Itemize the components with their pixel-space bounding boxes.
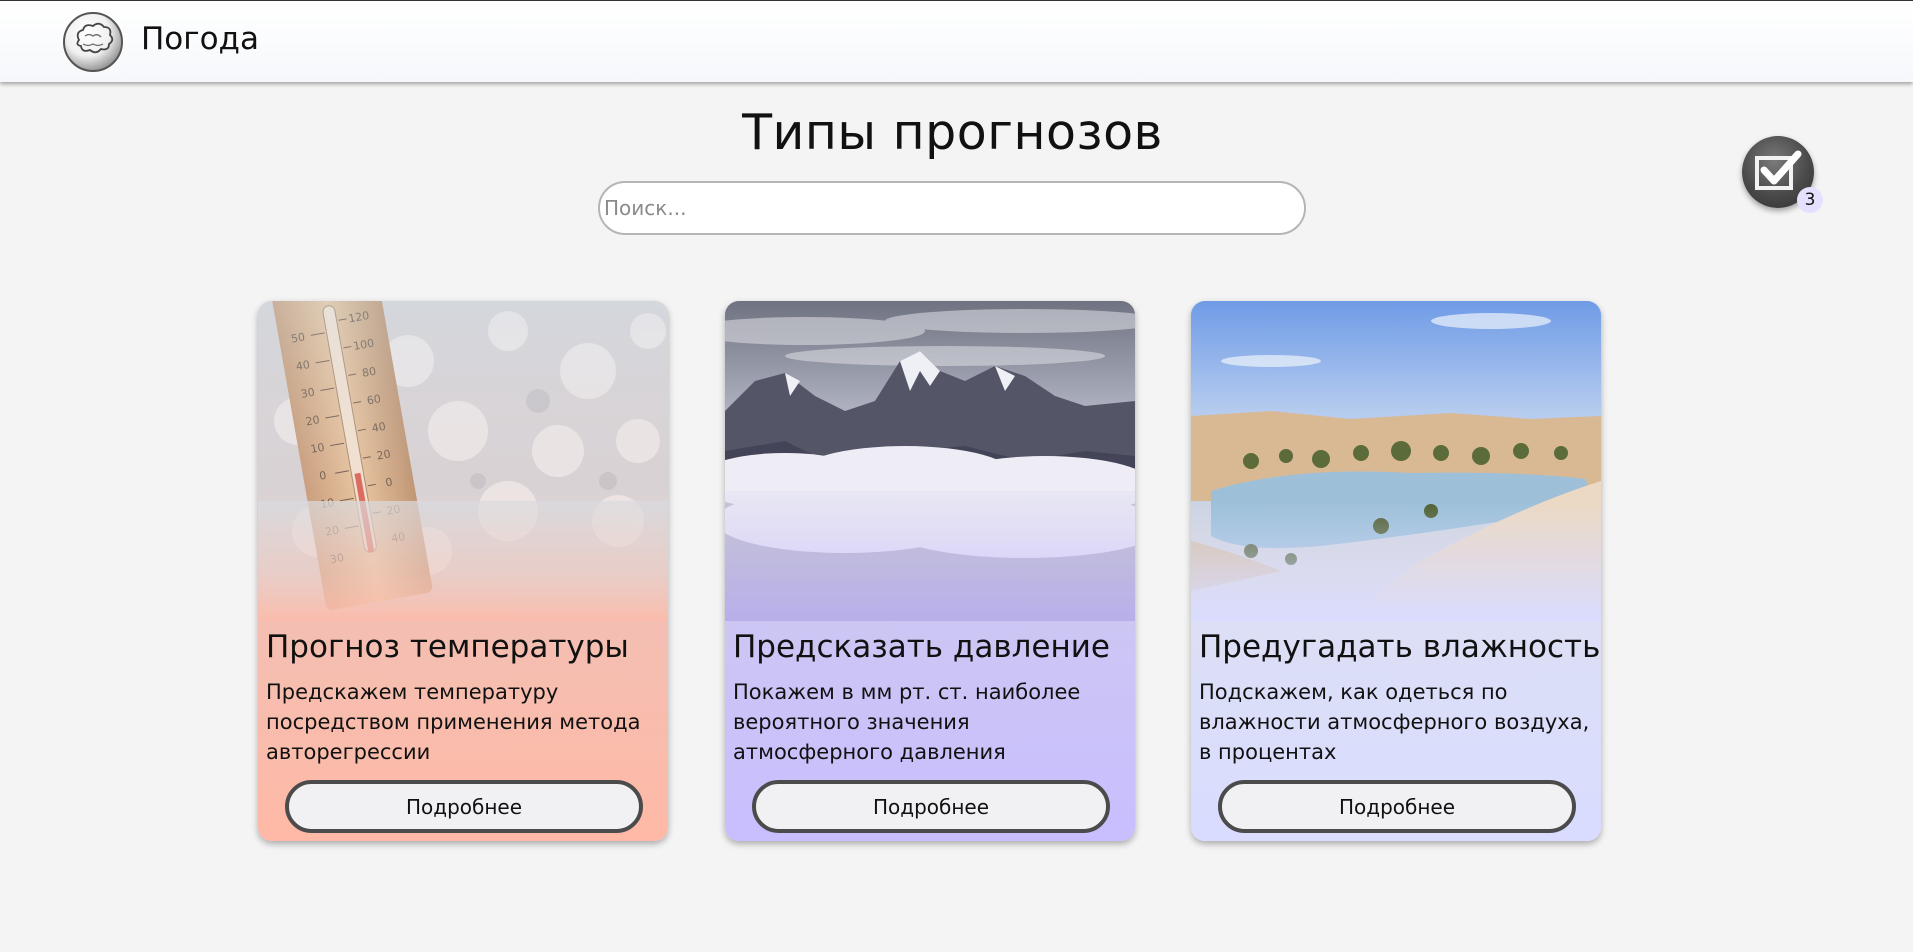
search-input[interactable] [598,181,1306,235]
card-temperature: 504030 20100 102030 12010080 604020 0204… [258,301,668,841]
desert-oasis-image [1191,301,1601,621]
page-title: Типы прогнозов [742,104,1163,161]
details-button-humidity[interactable]: Подробнее [1218,780,1576,833]
details-button-pressure[interactable]: Подробнее [752,780,1110,833]
card-description: Подскажем, как одеться по влажности атмо… [1199,680,1590,764]
card-humidity: Предугадать влажность Подскажем, как оде… [1191,301,1601,841]
card-title: Предугадать влажность [1199,629,1601,665]
card-title: Предсказать давление [733,629,1110,665]
details-button-temperature[interactable]: Подробнее [285,780,643,833]
checklist-count-badge: 3 [1797,187,1823,213]
app-title[interactable]: Погода [141,21,259,57]
card-pressure: Предсказать давление Покажем в мм рт. ст… [725,301,1135,841]
weather-logo-icon[interactable] [63,12,123,72]
thermometer-in-snow-image: 504030 20100 102030 12010080 604020 0204… [258,301,668,621]
card-description: Предскажем температуру посредством приме… [266,680,641,764]
card-description: Покажем в мм рт. ст. наиболее вероятного… [733,680,1081,764]
card-title: Прогноз температуры [266,629,629,665]
mountains-above-clouds-image [725,301,1135,621]
top-bar: Погода [0,0,1913,82]
